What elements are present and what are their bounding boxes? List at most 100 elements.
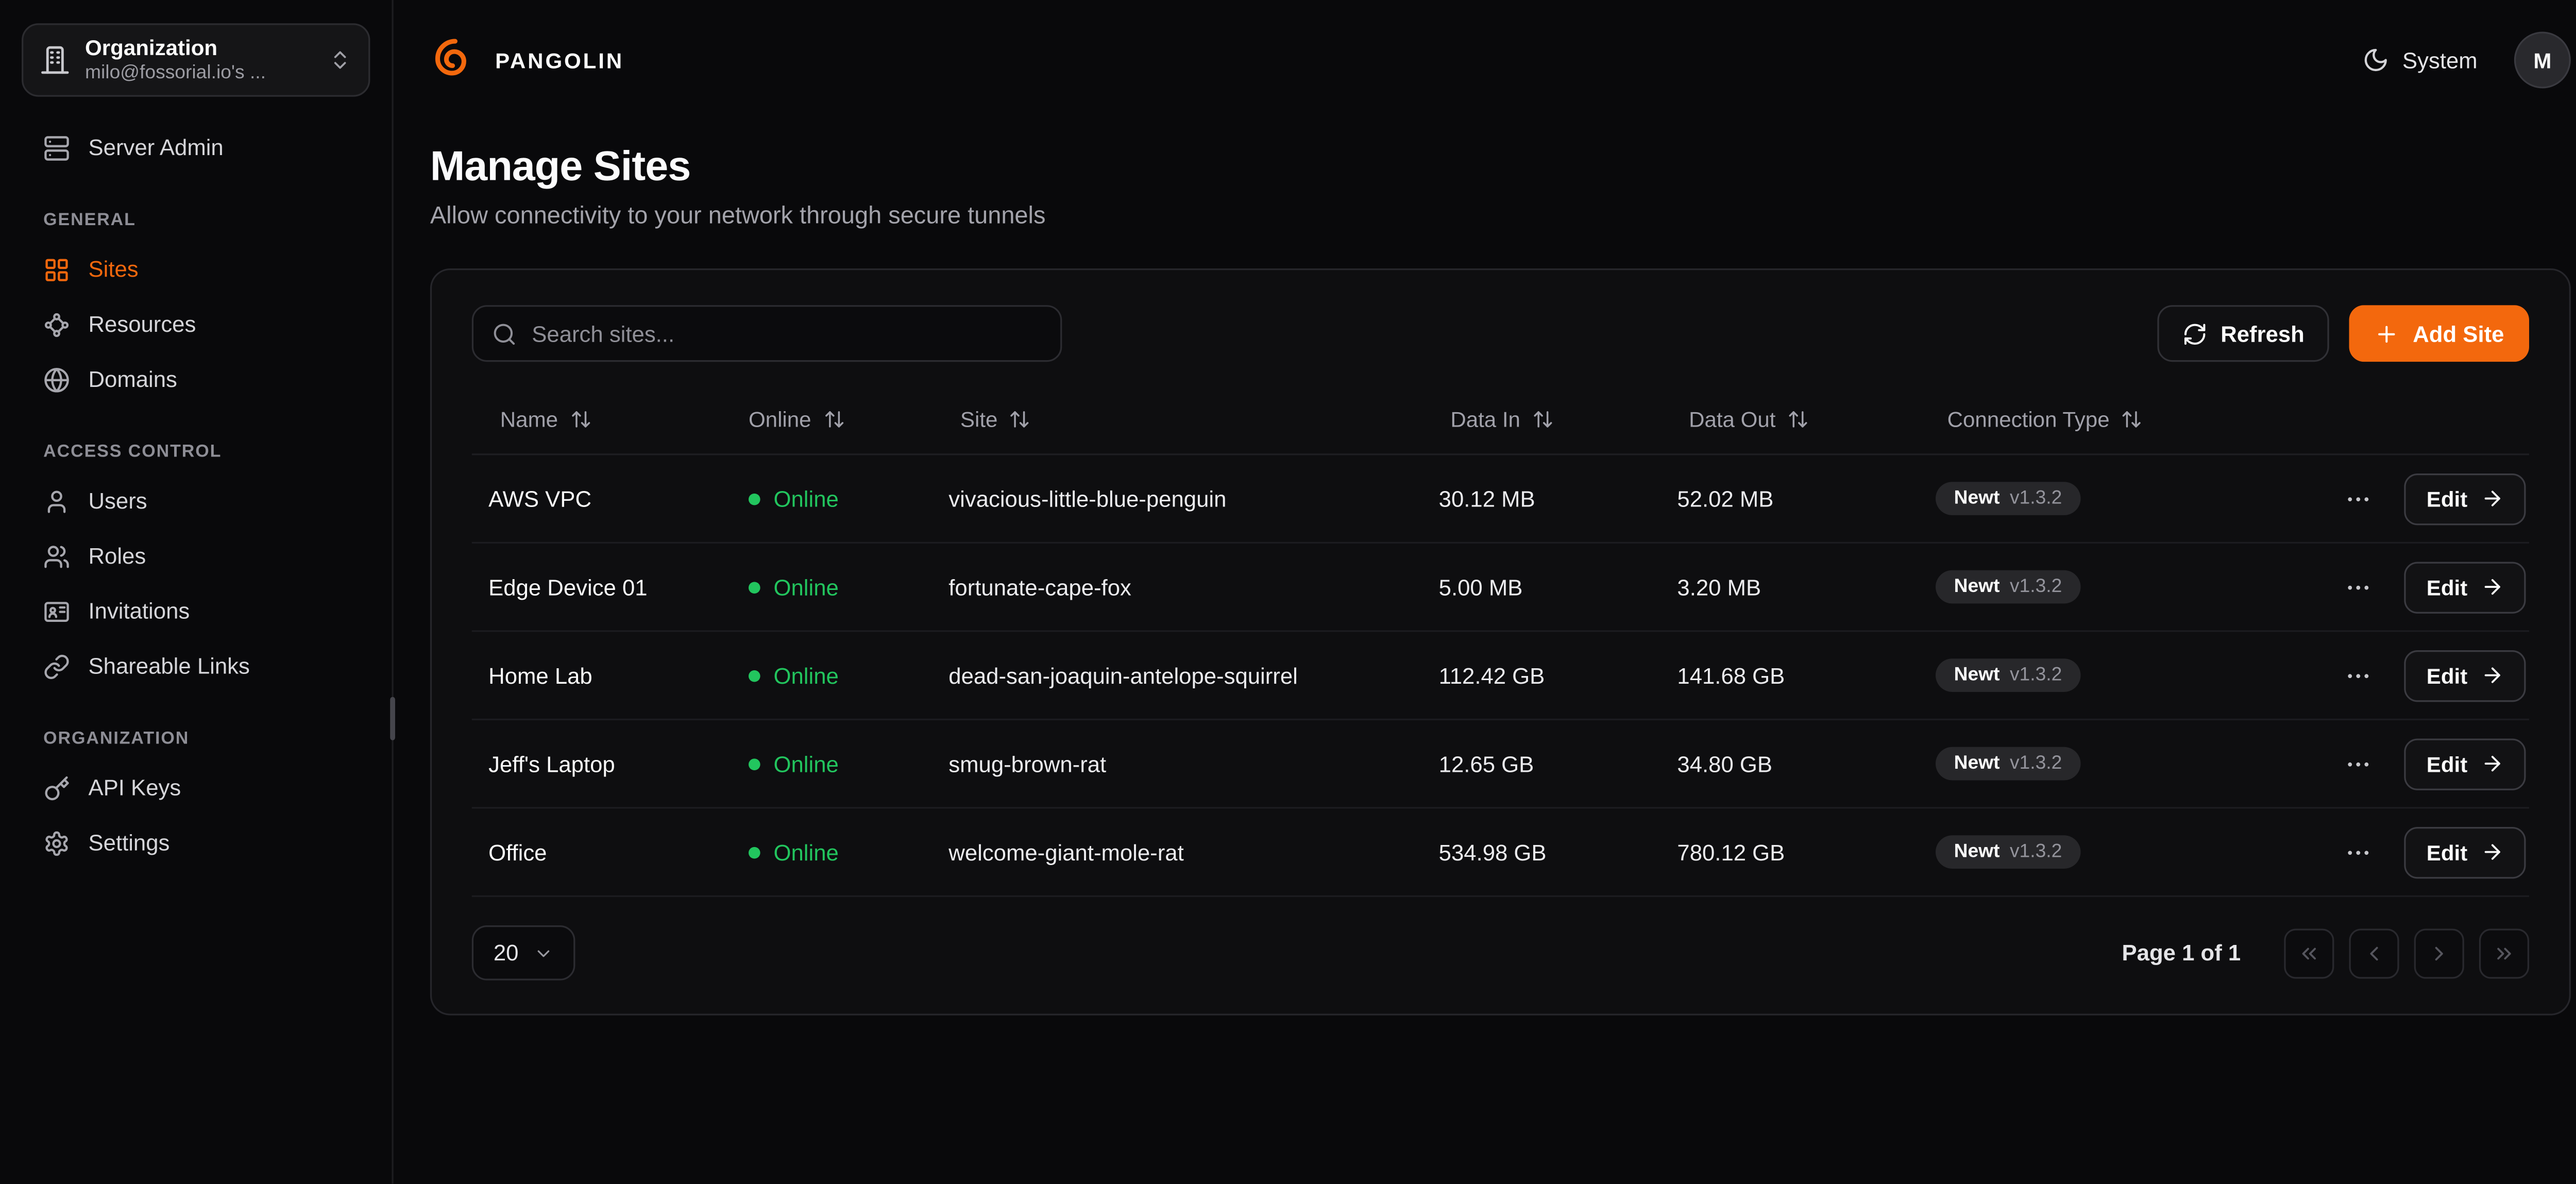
user-avatar[interactable]: M: [2514, 31, 2571, 88]
online-status: Online: [732, 486, 932, 511]
online-status-dot: [749, 493, 760, 504]
plus-icon: [2375, 321, 2400, 346]
table-row: Jeff's Laptop Online smug-brown-rat 12.6…: [472, 720, 2529, 809]
site-name: Edge Device 01: [472, 574, 732, 600]
theme-label: System: [2402, 47, 2478, 73]
sites-table: Name Online Site Data In: [472, 385, 2529, 897]
refresh-label: Refresh: [2221, 321, 2304, 346]
data-out: 141.68 GB: [1660, 663, 1919, 688]
sidebar-item-label: Invitations: [89, 599, 190, 624]
edit-button[interactable]: Edit: [2405, 561, 2526, 613]
sidebar-item-domains[interactable]: Domains: [22, 352, 370, 407]
chevrons-right-icon: [2493, 941, 2516, 965]
sidebar-item-roles[interactable]: Roles: [22, 529, 370, 584]
theme-selector[interactable]: System: [2362, 47, 2477, 74]
edit-button[interactable]: Edit: [2405, 649, 2526, 701]
page-info: Page 1 of 1: [2122, 940, 2241, 966]
sidebar-item-label: Settings: [89, 831, 170, 856]
sidebar-item-shareable-links[interactable]: Shareable Links: [22, 638, 370, 694]
table-row: Edge Device 01 Online fortunate-cape-fox…: [472, 544, 2529, 632]
site-name: Jeff's Laptop: [472, 751, 732, 776]
connection-type-cell: Newtv1.3.2: [1919, 482, 2323, 515]
toolbar-actions: Refresh Add Site: [2157, 305, 2529, 362]
sidebar: Organization milo@fossorial.io's ... Ser…: [0, 0, 394, 1184]
connection-type-cell: Newtv1.3.2: [1919, 658, 2323, 692]
sidebar-item-label: API Keys: [89, 775, 181, 801]
refresh-button[interactable]: Refresh: [2157, 305, 2329, 362]
row-menu-button[interactable]: [2338, 743, 2380, 785]
sidebar-item-resources[interactable]: Resources: [22, 297, 370, 352]
previous-page-button[interactable]: [2349, 928, 2399, 978]
arrow-right-icon: [2481, 840, 2504, 864]
nav-section-access-control: ACCESS CONTROL: [22, 442, 370, 462]
data-in: 12.65 GB: [1422, 751, 1660, 776]
site-name: Office: [472, 839, 732, 865]
online-status: Online: [732, 751, 932, 776]
sort-icon: [2121, 409, 2143, 430]
sidebar-item-label: Users: [89, 488, 147, 514]
site-tunnel-id: welcome-giant-mole-rat: [932, 839, 1422, 865]
sidebar-item-api-keys[interactable]: API Keys: [22, 760, 370, 816]
ellipsis-icon: [2345, 573, 2373, 601]
column-header-online[interactable]: Online: [732, 407, 932, 432]
sort-icon: [570, 409, 591, 430]
waypoints-icon: [43, 311, 70, 338]
column-header-connection-type[interactable]: Connection Type: [1919, 407, 2323, 432]
column-header-data-in[interactable]: Data In: [1422, 407, 1660, 432]
row-menu-button[interactable]: [2338, 654, 2380, 696]
column-header-site[interactable]: Site: [932, 407, 1422, 432]
globe-icon: [43, 366, 70, 393]
sidebar-item-server-admin[interactable]: Server Admin: [22, 120, 370, 175]
next-page-button[interactable]: [2414, 928, 2464, 978]
row-actions: Edit: [2323, 738, 2529, 789]
sidebar-item-invitations[interactable]: Invitations: [22, 584, 370, 639]
org-subtitle: milo@fossorial.io's ...: [85, 62, 313, 86]
id-card-icon: [43, 598, 70, 624]
edit-button[interactable]: Edit: [2405, 472, 2526, 524]
pager-buttons: [2284, 928, 2529, 978]
edit-button[interactable]: Edit: [2405, 738, 2526, 789]
chevron-left-icon: [2362, 941, 2385, 965]
first-page-button[interactable]: [2284, 928, 2334, 978]
key-icon: [43, 774, 70, 801]
search-input[interactable]: [532, 321, 1042, 346]
gear-icon: [43, 830, 70, 856]
add-site-label: Add Site: [2413, 321, 2504, 346]
building-icon: [40, 45, 70, 75]
sidebar-item-label: Resources: [89, 312, 196, 337]
online-status-dot: [749, 758, 760, 770]
data-out: 3.20 MB: [1660, 574, 1919, 600]
ellipsis-icon: [2345, 838, 2373, 866]
ellipsis-icon: [2345, 484, 2373, 513]
sidebar-item-sites[interactable]: Sites: [22, 242, 370, 297]
sidebar-item-settings[interactable]: Settings: [22, 815, 370, 870]
column-header-name[interactable]: Name: [472, 407, 732, 432]
page-size-select[interactable]: 20: [472, 925, 575, 980]
connection-type-badge: Newtv1.3.2: [1936, 482, 2080, 515]
brand-name: PANGOLIN: [495, 47, 624, 73]
column-header-data-out[interactable]: Data Out: [1660, 407, 1919, 432]
online-status-dot: [749, 581, 760, 593]
connection-type-badge: Newtv1.3.2: [1936, 747, 2080, 781]
app-window: Organization milo@fossorial.io's ... Ser…: [0, 0, 2576, 1184]
page-size-value: 20: [494, 940, 519, 966]
online-status: Online: [732, 839, 932, 865]
sidebar-item-label: Sites: [89, 257, 139, 282]
add-site-button[interactable]: Add Site: [2349, 305, 2529, 362]
sidebar-item-label: Roles: [89, 544, 146, 569]
edit-button[interactable]: Edit: [2405, 826, 2526, 877]
table-row: Home Lab Online dead-san-joaquin-antelop…: [472, 632, 2529, 720]
sidebar-item-users[interactable]: Users: [22, 473, 370, 529]
site-tunnel-id: vivacious-little-blue-penguin: [932, 486, 1422, 511]
page-title: Manage Sites: [430, 143, 2576, 192]
data-in: 30.12 MB: [1422, 486, 1660, 511]
org-selector[interactable]: Organization milo@fossorial.io's ...: [22, 23, 370, 96]
sort-icon: [823, 409, 844, 430]
sidebar-scrollbar-thumb[interactable]: [390, 697, 395, 740]
main-area: PANGOLIN System M Manage Sites Allow con…: [394, 0, 2576, 1184]
sort-icon: [1009, 409, 1031, 430]
row-menu-button[interactable]: [2338, 566, 2380, 608]
row-menu-button[interactable]: [2338, 831, 2380, 873]
last-page-button[interactable]: [2479, 928, 2529, 978]
row-menu-button[interactable]: [2338, 478, 2380, 519]
